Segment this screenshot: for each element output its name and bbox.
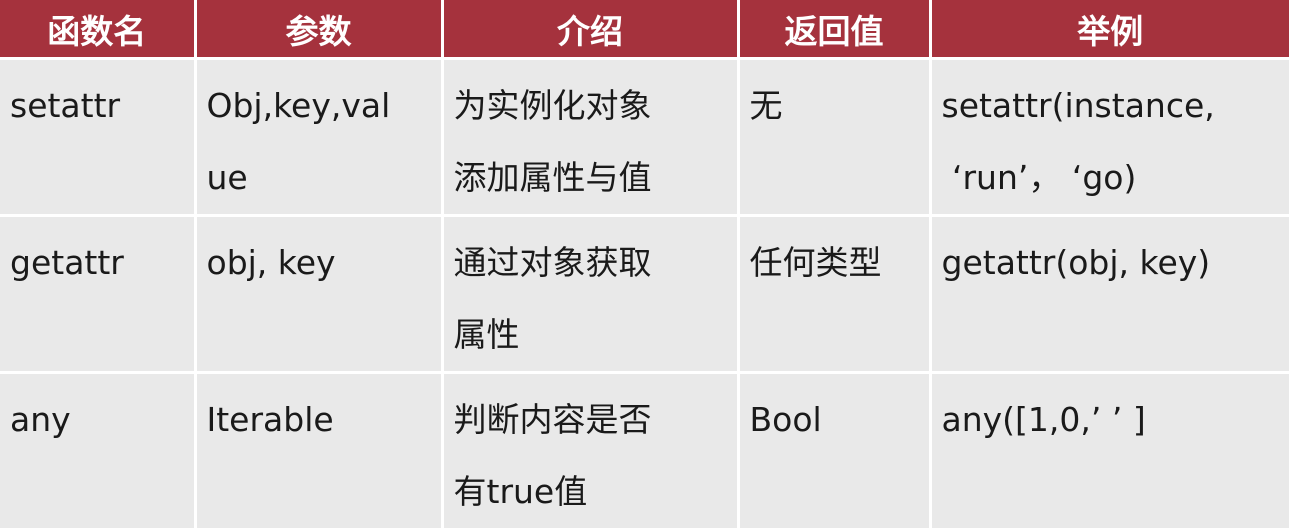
header-return-value: 返回值 <box>738 0 930 59</box>
cell-function-name: getattr <box>0 216 195 373</box>
table-row: setattr Obj,key,val ue 为实例化对象 添加属性与值 无 s… <box>0 59 1289 216</box>
function-reference-table: 函数名 参数 介绍 返回值 举例 setattr Obj,key,val ue … <box>0 0 1289 528</box>
function-name-text: setattr <box>10 70 184 142</box>
return-value-text: 无 <box>750 70 919 142</box>
table-body: setattr Obj,key,val ue 为实例化对象 添加属性与值 无 s… <box>0 59 1289 528</box>
header-row: 函数名 参数 介绍 返回值 举例 <box>0 0 1289 59</box>
cell-function-name: any <box>0 373 195 528</box>
cell-function-name: setattr <box>0 59 195 216</box>
function-name-text: getattr <box>10 227 184 299</box>
cell-return-value: 无 <box>738 59 930 216</box>
parameters-text: Iterable <box>207 384 431 456</box>
description-text: 通过对象获取 属性 <box>454 227 727 371</box>
header-function-name: 函数名 <box>0 0 195 59</box>
header-example: 举例 <box>930 0 1289 59</box>
cell-example: setattr(instance, ‘run’， ‘go) <box>930 59 1289 216</box>
example-text: setattr(instance, ‘run’， ‘go) <box>942 70 1280 214</box>
cell-example: getattr(obj, key) <box>930 216 1289 373</box>
cell-return-value: Bool <box>738 373 930 528</box>
cell-return-value: 任何类型 <box>738 216 930 373</box>
table-row: getattr obj, key 通过对象获取 属性 任何类型 getattr(… <box>0 216 1289 373</box>
return-value-text: Bool <box>750 384 919 456</box>
table-row: any Iterable 判断内容是否 有true值 Bool any([1,0… <box>0 373 1289 528</box>
cell-parameters: obj, key <box>195 216 442 373</box>
example-text: getattr(obj, key) <box>942 227 1280 299</box>
cell-description: 判断内容是否 有true值 <box>442 373 738 528</box>
example-text: any([1,0,’ ’ ] <box>942 384 1280 456</box>
cell-description: 通过对象获取 属性 <box>442 216 738 373</box>
table-header: 函数名 参数 介绍 返回值 举例 <box>0 0 1289 59</box>
return-value-text: 任何类型 <box>750 227 919 299</box>
parameters-text: obj, key <box>207 227 431 299</box>
parameters-text: Obj,key,val ue <box>207 70 431 214</box>
description-text: 判断内容是否 有true值 <box>454 384 727 528</box>
function-reference-table-container: 函数名 参数 介绍 返回值 举例 setattr Obj,key,val ue … <box>0 0 1289 519</box>
description-text: 为实例化对象 添加属性与值 <box>454 70 727 214</box>
cell-parameters: Iterable <box>195 373 442 528</box>
cell-example: any([1,0,’ ’ ] <box>930 373 1289 528</box>
cell-parameters: Obj,key,val ue <box>195 59 442 216</box>
header-description: 介绍 <box>442 0 738 59</box>
cell-description: 为实例化对象 添加属性与值 <box>442 59 738 216</box>
function-name-text: any <box>10 384 184 456</box>
header-parameters: 参数 <box>195 0 442 59</box>
